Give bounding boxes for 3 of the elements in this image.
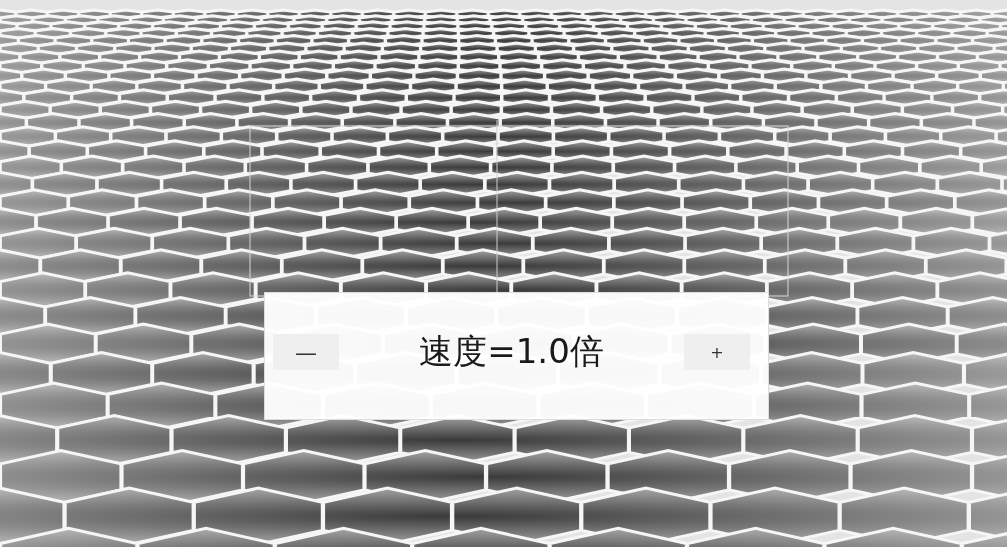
speed-label: 速度=1.0倍	[419, 330, 604, 373]
increase-button[interactable]: +	[684, 334, 750, 370]
decrease-button[interactable]: —	[273, 334, 339, 370]
